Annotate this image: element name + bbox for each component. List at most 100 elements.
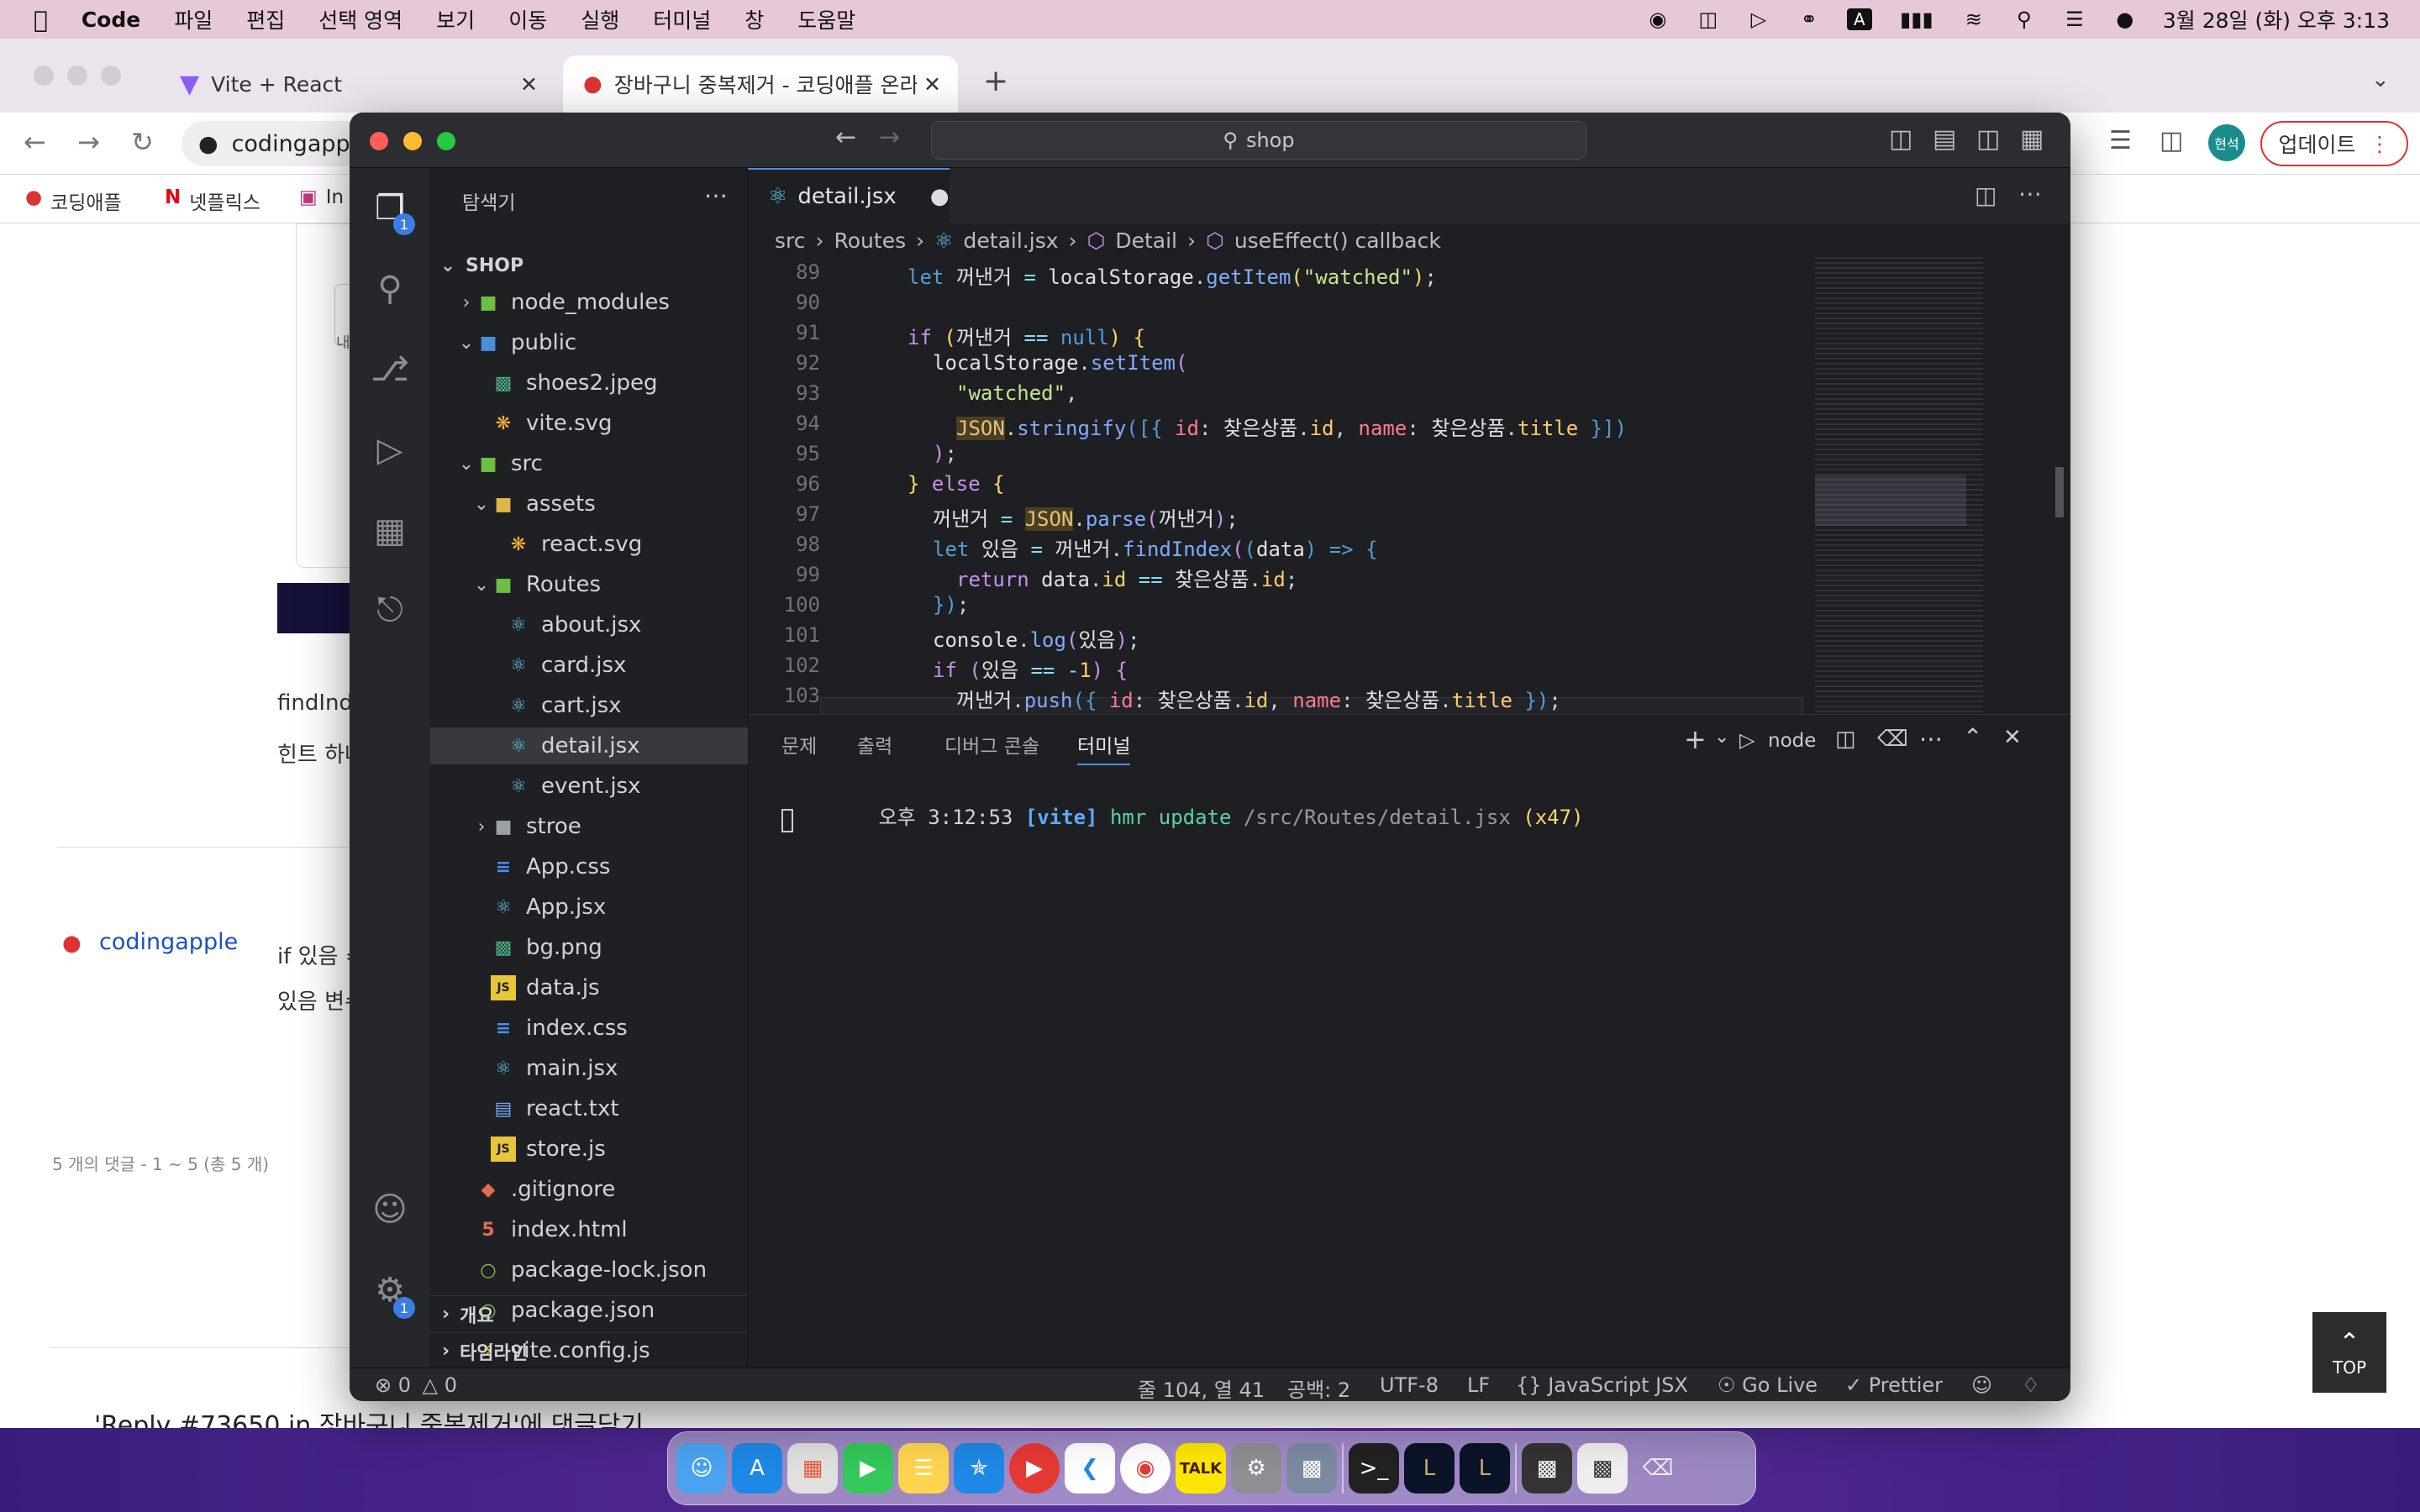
tree-item[interactable]: › ■ node_modules	[430, 284, 748, 321]
nav-back-icon[interactable]: ←	[835, 123, 856, 152]
outline-section[interactable]: › 개요	[430, 1295, 748, 1332]
tree-item[interactable]: ⚛ main.jsx	[430, 1050, 748, 1087]
cursor-position[interactable]: 줄 104, 열 41	[1138, 1373, 1265, 1401]
tree-item[interactable]: ⚛ event.jsx	[430, 768, 748, 805]
breadcrumb-src[interactable]: src	[775, 228, 806, 253]
indentation[interactable]: 공백: 2	[1287, 1373, 1350, 1401]
tree-item[interactable]: ≡ index.css	[430, 1010, 748, 1047]
chrome-tab-codingapple[interactable]: ● 장바구니 중복제거 - 코딩애플 온라인 ✕	[563, 55, 958, 113]
tree-item[interactable]: ▩ shoes2.jpeg	[430, 365, 748, 402]
bookmark-netflix[interactable]: N 넷플릭스	[165, 186, 260, 215]
menu-item-window[interactable]: 창	[744, 4, 764, 34]
toggle-primary-sidebar-icon[interactable]: ◫	[1889, 124, 1912, 154]
tree-item[interactable]: ▩ bg.png	[430, 929, 748, 966]
headphones-icon[interactable]: ⚭	[1797, 8, 1822, 31]
bookmark-instagram[interactable]: ▣ In	[299, 186, 344, 208]
unsaved-dot-icon[interactable]: ●	[930, 184, 950, 209]
tree-item[interactable]: ❋ react.svg	[430, 526, 748, 563]
play-icon[interactable]: ▷	[1746, 8, 1771, 31]
tab-search-chevron-icon[interactable]: ⌄	[2371, 67, 2390, 92]
split-terminal-icon[interactable]: ◫	[1835, 727, 1856, 752]
editor-scrollbar[interactable]	[2054, 257, 2065, 714]
chrome-tab-vite[interactable]: ▼ Vite + React ✕	[160, 55, 555, 113]
feedback-icon[interactable]: ☺	[1971, 1373, 1992, 1397]
back-icon[interactable]: ←	[24, 126, 46, 158]
top-button[interactable]: ⌃ TOP	[2312, 1312, 2386, 1393]
wifi-icon[interactable]: ≋	[1961, 8, 1986, 31]
tree-item[interactable]: ⌄ ■ src	[430, 445, 748, 482]
tree-item[interactable]: ▤ react.txt	[430, 1090, 748, 1127]
account-icon[interactable]: ☺	[368, 1188, 412, 1231]
menubar-datetime[interactable]: 3월 28일 (화) 오후 3:13	[2163, 4, 2390, 34]
chevron-down-icon[interactable]: ⌄	[1714, 727, 1729, 748]
reload-icon[interactable]: ↻	[131, 126, 154, 158]
profile-avatar[interactable]: 현석	[2208, 124, 2245, 161]
source-control-icon[interactable]: ⎇	[368, 348, 412, 391]
window-zoom-button[interactable]	[437, 132, 455, 150]
breadcrumb-detail[interactable]: Detail	[1115, 228, 1177, 253]
prettier[interactable]: ✓ Prettier	[1845, 1373, 1943, 1397]
editor-tab-detail[interactable]: ⚛ detail.jsx ●	[748, 168, 950, 223]
tree-item[interactable]: ⚛ about.jsx	[430, 606, 748, 643]
split-editor-icon[interactable]: ◫	[1975, 181, 1996, 209]
menu-item-run[interactable]: 실행	[581, 4, 619, 34]
preview-icon[interactable]: ▩	[1286, 1443, 1337, 1494]
menu-item-view[interactable]: 보기	[436, 4, 475, 34]
menu-item-go[interactable]: 이동	[508, 4, 547, 34]
update-button[interactable]: 업데이트 ⋮	[2260, 121, 2408, 166]
notes-icon[interactable]: ☰	[898, 1443, 949, 1494]
sidepanel-icon[interactable]: ◫	[2160, 126, 2183, 155]
tree-item[interactable]: ⌄ ■ assets	[430, 486, 748, 522]
menu-item-edit[interactable]: 편집	[246, 4, 285, 34]
close-icon[interactable]: ✕	[923, 72, 941, 97]
league-game-icon[interactable]: L	[1460, 1443, 1510, 1494]
input-source-icon[interactable]: A	[1846, 8, 1872, 30]
window-min-dot[interactable]	[67, 66, 87, 86]
tree-item[interactable]: ◆ .gitignore	[430, 1171, 748, 1208]
more-actions-icon[interactable]: ⋯	[1919, 725, 1943, 753]
new-terminal-icon[interactable]: +	[1684, 723, 1707, 755]
apple-icon[interactable]: 	[34, 6, 48, 34]
window-max-dot[interactable]	[101, 66, 121, 86]
control-center-icon[interactable]: ☰	[2062, 8, 2087, 31]
messenger-icon[interactable]: ◉	[1645, 8, 1670, 31]
youtube-icon[interactable]: ▶	[1009, 1443, 1060, 1494]
maximize-panel-icon[interactable]: ⌃	[1963, 723, 1982, 751]
panel-tab-debug-console[interactable]: 디버그 콘솔	[944, 730, 1039, 759]
tree-item[interactable]: › ■ stroe	[430, 808, 748, 845]
window-close-dot[interactable]	[34, 66, 54, 86]
forward-icon[interactable]: →	[77, 126, 100, 158]
editor-more-icon[interactable]: ⋯	[2018, 180, 2042, 207]
extensions-icon[interactable]: ☰	[2109, 126, 2132, 155]
panel-tab-terminal[interactable]: 터미널	[1077, 730, 1131, 765]
run-debug-icon[interactable]: ▷	[368, 428, 412, 472]
vscode-icon[interactable]: ❮	[1065, 1443, 1115, 1494]
trash-icon[interactable]: ⌫	[1877, 727, 1908, 752]
tree-item[interactable]: ⚛ App.jsx	[430, 889, 748, 926]
tree-item[interactable]: JS store.js	[430, 1131, 748, 1168]
kakaotalk-icon[interactable]: TALK	[1176, 1443, 1226, 1494]
timeline-section[interactable]: › 타임라인	[430, 1332, 748, 1369]
terminal-icon[interactable]: >_	[1349, 1443, 1399, 1494]
command-center-search[interactable]: ⚲ shop	[931, 121, 1586, 160]
trash-icon[interactable]: ⌫	[1633, 1443, 1683, 1494]
end-of-line[interactable]: LF	[1467, 1373, 1490, 1397]
menu-item-help[interactable]: 도움말	[797, 4, 855, 34]
tree-item[interactable]: ⚛ card.jsx	[430, 647, 748, 684]
tree-item[interactable]: ⌄ ■ public	[430, 324, 748, 361]
toggle-secondary-sidebar-icon[interactable]: ◫	[1976, 124, 2000, 154]
tree-item[interactable]: ⚛ cart.jsx	[430, 687, 748, 724]
finder-icon[interactable]: ☺	[676, 1443, 727, 1494]
facetime-icon[interactable]: ▶	[843, 1443, 893, 1494]
notifications-bell-icon[interactable]: ♢	[2022, 1373, 2040, 1397]
tree-item[interactable]: ⌄ ■ Routes	[430, 566, 748, 603]
launchpad-icon[interactable]: ▦	[787, 1443, 838, 1494]
breadcrumb-file[interactable]: detail.jsx	[964, 228, 1059, 253]
league-client-icon[interactable]: L	[1404, 1443, 1455, 1494]
tree-item[interactable]: ⚛ detail.jsx	[430, 727, 748, 764]
menu-item-selection[interactable]: 선택 영역	[318, 4, 402, 34]
spotlight-search-icon[interactable]: ⚲	[2012, 8, 2037, 31]
app-store-icon[interactable]: A	[732, 1443, 782, 1494]
terminal-output[interactable]: 오후 3:12:53 [vite] hmr update /src/Routes…	[781, 777, 1584, 853]
more-actions-icon[interactable]: ⋯	[704, 181, 728, 209]
